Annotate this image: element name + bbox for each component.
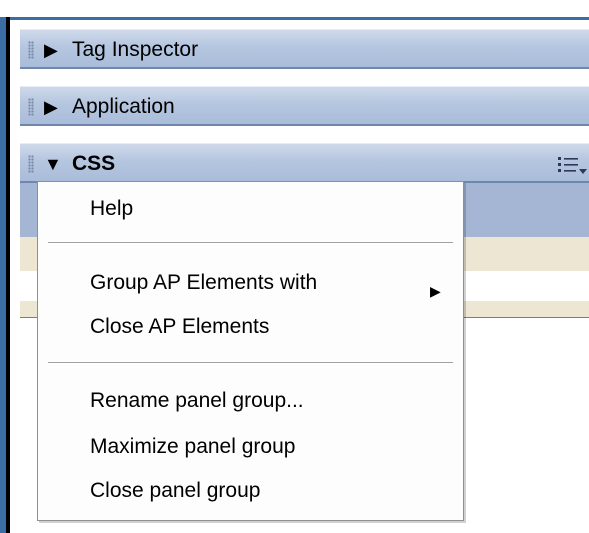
window-frame-left <box>0 17 10 533</box>
triangle-down-icon[interactable]: ▼ <box>44 152 62 176</box>
menu-item-rename-panel-group[interactable]: Rename panel group... <box>90 388 304 414</box>
gripper-icon[interactable] <box>28 98 34 116</box>
panel-options-menu-icon[interactable] <box>556 154 589 176</box>
gripper-icon[interactable] <box>28 155 34 173</box>
menu-item-help[interactable]: Help <box>90 196 133 222</box>
panel-header-application[interactable]: ▶ Application <box>20 86 589 126</box>
panel-title-css[interactable]: CSS <box>72 152 115 176</box>
triangle-right-icon[interactable]: ▶ <box>44 38 58 62</box>
panel-title-application[interactable]: Application <box>72 95 175 119</box>
menu-item-close-panel-group[interactable]: Close panel group <box>90 478 260 504</box>
gripper-icon[interactable] <box>28 41 34 59</box>
menu-item-group-ap-elements-with[interactable]: Group AP Elements with <box>90 270 317 296</box>
triangle-right-icon[interactable]: ▶ <box>44 95 58 119</box>
top-strip <box>0 0 589 17</box>
menu-item-close-ap-elements[interactable]: Close AP Elements <box>90 314 269 340</box>
menu-item-maximize-panel-group[interactable]: Maximize panel group <box>90 434 295 460</box>
panel-header-tag-inspector[interactable]: ▶ Tag Inspector <box>20 29 589 69</box>
panel-title-tag-inspector[interactable]: Tag Inspector <box>72 38 198 62</box>
panel-header-css[interactable]: ▼ CSS <box>20 143 589 183</box>
submenu-arrow-icon: ▶ <box>430 283 441 299</box>
panel-options-context-menu: Help Group AP Elements with ▶ Close AP E… <box>37 181 464 521</box>
menu-separator <box>48 242 453 244</box>
menu-separator <box>48 362 453 364</box>
